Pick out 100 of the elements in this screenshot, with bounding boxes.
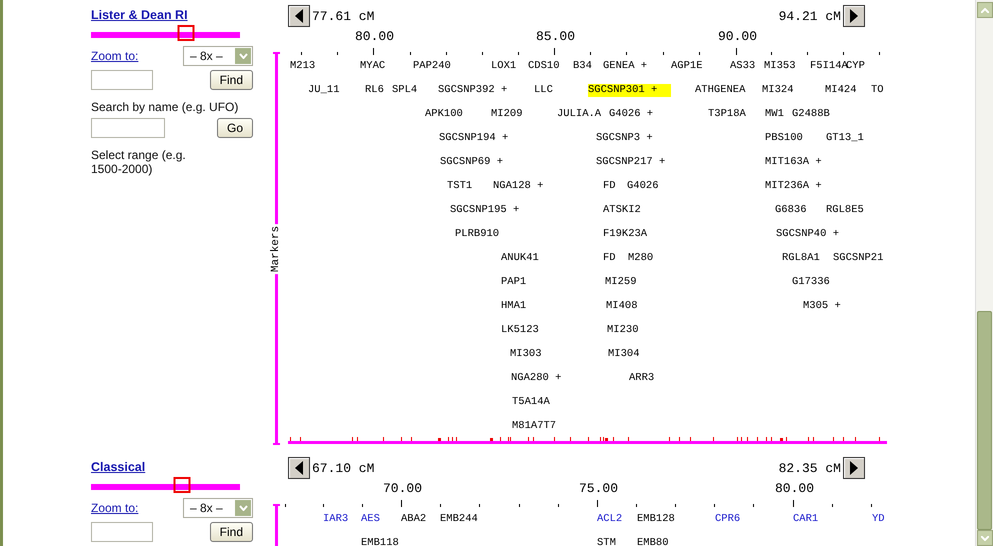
marker-label[interactable]: RGL8A1: [782, 252, 820, 265]
marker-label[interactable]: SGCSNP40 +: [776, 228, 840, 241]
marker-label[interactable]: G4026 +: [609, 108, 654, 121]
marker-label[interactable]: APK100: [425, 108, 463, 121]
marker-label[interactable]: MI424: [825, 84, 857, 97]
marker-label[interactable]: SGCSNP195 +: [450, 204, 520, 217]
marker-label[interactable]: SGCSNP21: [833, 252, 884, 265]
zoom-select[interactable]: – 8x –: [183, 498, 253, 518]
marker-label[interactable]: SPL4: [392, 84, 418, 97]
map-title-link[interactable]: Classical: [91, 460, 146, 474]
marker-label[interactable]: MI408: [606, 300, 638, 313]
range-input-field[interactable]: [91, 118, 165, 138]
marker-label[interactable]: LLC: [534, 84, 553, 97]
marker-label[interactable]: RL6: [365, 84, 384, 97]
marker-label[interactable]: CYP: [846, 60, 865, 73]
scroll-left-button[interactable]: [288, 5, 310, 27]
marker-label[interactable]: CDS10: [528, 60, 560, 73]
marker-label[interactable]: TO: [871, 84, 884, 97]
marker-label[interactable]: NGA128 +: [493, 180, 544, 193]
marker-label[interactable]: GT13_1: [826, 132, 864, 145]
scroll-left-button[interactable]: [288, 457, 310, 479]
marker-label[interactable]: CAR1: [793, 513, 818, 526]
marker-label[interactable]: ANUK41: [501, 252, 539, 265]
marker-label[interactable]: G17336: [792, 276, 830, 289]
marker-label[interactable]: G4026: [627, 180, 659, 193]
marker-label[interactable]: JU_11: [308, 84, 340, 97]
marker-label[interactable]: F19K23A: [603, 228, 648, 241]
map-title-link[interactable]: Lister & Dean RI: [91, 8, 188, 22]
marker-label[interactable]: G6836: [775, 204, 807, 217]
marker-label[interactable]: EMB80: [637, 537, 669, 546]
marker-label[interactable]: ARR3: [629, 372, 654, 385]
marker-label[interactable]: IAR3: [323, 513, 348, 526]
marker-label[interactable]: EMB128: [637, 513, 675, 526]
marker-label[interactable]: MI230: [607, 324, 639, 337]
marker-label[interactable]: ACL2: [597, 513, 622, 526]
marker-label[interactable]: HMA1: [501, 300, 526, 313]
marker-label[interactable]: EMB244: [440, 513, 478, 526]
marker-label[interactable]: EMB118: [361, 537, 399, 546]
marker-label[interactable]: MW1: [765, 108, 784, 121]
marker-label[interactable]: AGP1E: [671, 60, 703, 73]
marker-label[interactable]: MIT163A +: [765, 156, 822, 169]
marker-label[interactable]: CPR6: [715, 513, 740, 526]
marker-label[interactable]: ABA2: [401, 513, 426, 526]
marker-label[interactable]: TST1: [447, 180, 472, 193]
marker-label[interactable]: SGCSNP3 +: [596, 132, 653, 145]
marker-label[interactable]: B34: [573, 60, 592, 73]
slider-handle[interactable]: [173, 477, 190, 493]
marker-label[interactable]: MYAC: [360, 60, 386, 73]
marker-label[interactable]: PLRB910: [455, 228, 500, 241]
marker-label[interactable]: G2488B: [792, 108, 830, 121]
slider-handle[interactable]: [178, 25, 195, 41]
zoom-to-link[interactable]: Zoom to:: [91, 501, 138, 515]
zoom-to-link[interactable]: Zoom to:: [91, 49, 138, 63]
marker-label[interactable]: ATSKI2: [603, 204, 641, 217]
marker-label[interactable]: STM: [597, 537, 616, 546]
marker-label[interactable]: ATHGENEA: [695, 84, 746, 97]
marker-label[interactable]: T3P18A: [708, 108, 746, 121]
marker-label[interactable]: SGCSNP392 +: [438, 84, 508, 97]
marker-label[interactable]: YD: [872, 513, 885, 526]
marker-label[interactable]: T5A14A: [512, 396, 550, 409]
go-button[interactable]: Go: [216, 118, 253, 138]
marker-label[interactable]: MI259: [605, 276, 637, 289]
find-button[interactable]: Find: [210, 522, 253, 542]
find-input-field[interactable]: [91, 522, 153, 542]
marker-label[interactable]: GENEA +: [603, 60, 648, 73]
marker-label[interactable]: F5I14A: [810, 60, 848, 73]
marker-label[interactable]: M81A7T7: [512, 420, 556, 433]
scrollbar-thumb[interactable]: [977, 311, 992, 530]
scroll-right-button[interactable]: [843, 457, 865, 479]
marker-label[interactable]: M305 +: [803, 300, 841, 313]
marker-label[interactable]: MI324: [762, 84, 794, 97]
marker-label[interactable]: SGCSNP301 +: [588, 84, 672, 97]
marker-label[interactable]: MI303: [510, 348, 542, 361]
marker-label[interactable]: NGA280 +: [511, 372, 562, 385]
marker-label[interactable]: JULIA.A: [557, 108, 602, 121]
marker-label[interactable]: PBS100: [765, 132, 803, 145]
scroll-right-button[interactable]: [843, 5, 865, 27]
marker-label[interactable]: SGCSNP217 +: [596, 156, 666, 169]
marker-label[interactable]: PAP1: [501, 276, 526, 289]
scroll-up-button[interactable]: [977, 2, 993, 18]
marker-label[interactable]: PAP240: [413, 60, 451, 73]
marker-label[interactable]: M213: [290, 60, 316, 73]
marker-label[interactable]: AS33: [730, 60, 756, 73]
find-button[interactable]: Find: [210, 70, 253, 90]
marker-label[interactable]: FD: [603, 180, 616, 193]
marker-label[interactable]: MI209: [491, 108, 523, 121]
marker-label[interactable]: RGL8E5: [826, 204, 864, 217]
marker-label[interactable]: M280: [628, 252, 654, 265]
marker-label[interactable]: SGCSNP194 +: [439, 132, 508, 145]
marker-label[interactable]: LOX1: [491, 60, 516, 73]
find-input-field[interactable]: [91, 70, 153, 90]
marker-label[interactable]: AES: [361, 513, 380, 526]
scroll-down-button[interactable]: [977, 530, 993, 546]
marker-label[interactable]: FD: [603, 252, 616, 265]
marker-label[interactable]: MI304: [608, 348, 640, 361]
marker-label[interactable]: MI353: [764, 60, 796, 73]
marker-label[interactable]: SGCSNP69 +: [440, 156, 504, 169]
marker-label[interactable]: MIT236A +: [765, 180, 822, 193]
marker-label[interactable]: LK5123: [501, 324, 539, 337]
zoom-select[interactable]: – 8x –: [183, 46, 253, 66]
